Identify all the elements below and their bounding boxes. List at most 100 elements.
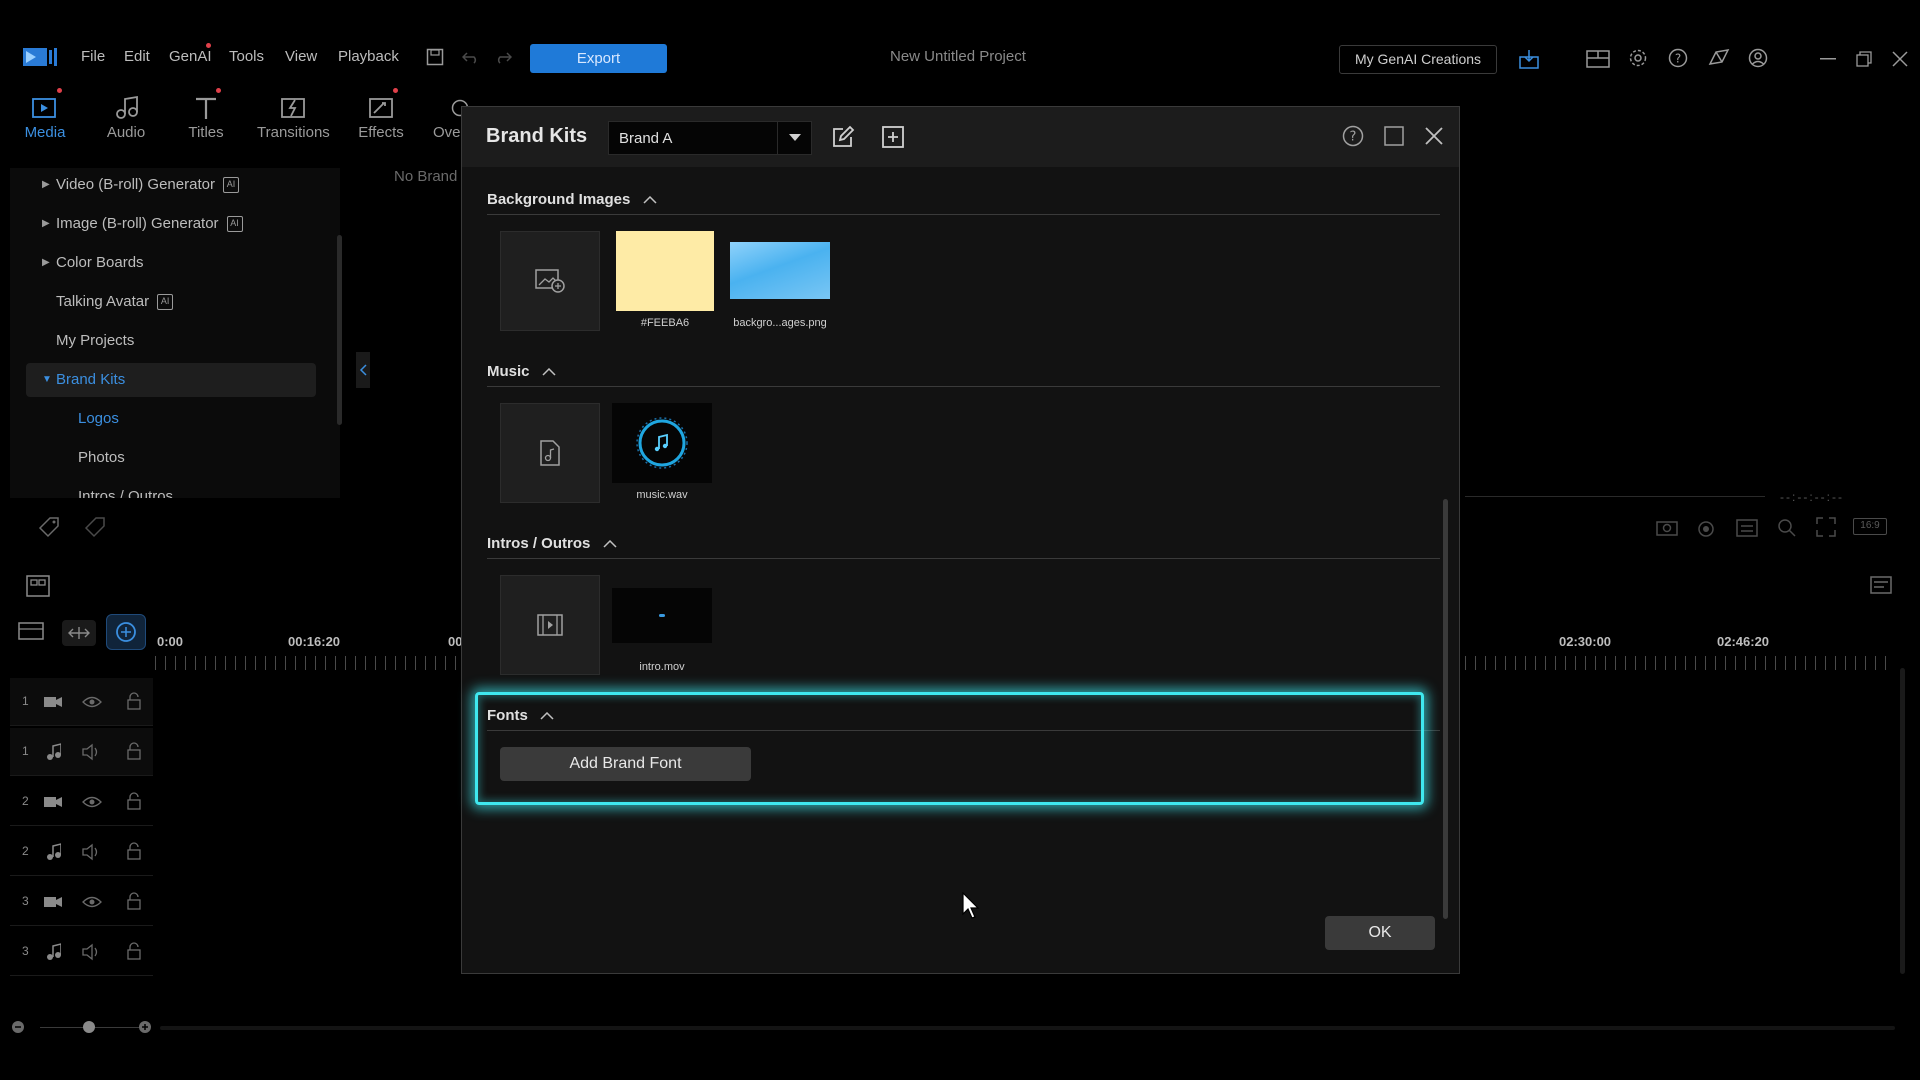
zoom-icon[interactable] xyxy=(1776,517,1798,537)
lock-icon xyxy=(127,842,141,860)
section-title: Background Images xyxy=(487,191,631,208)
menu-file[interactable]: File xyxy=(81,48,105,65)
add-intro-outro-button[interactable] xyxy=(500,575,600,675)
my-genai-creations-button[interactable]: My GenAI Creations xyxy=(1339,45,1497,74)
library-item-logos[interactable]: Logos xyxy=(10,402,315,436)
fullscreen-icon[interactable] xyxy=(1816,517,1836,537)
layout-icon[interactable] xyxy=(1586,50,1610,68)
section-divider xyxy=(487,214,1440,215)
track-header-audio-3[interactable]: 3 xyxy=(10,928,153,976)
zoom-out-icon[interactable] xyxy=(11,1020,25,1034)
help-icon[interactable]: ? xyxy=(1342,125,1364,147)
remove-tag-icon[interactable] xyxy=(84,516,110,538)
ruler-time-label: 02:30:00 xyxy=(1559,634,1612,649)
library-item-brand-kits[interactable]: ▼ Brand Kits xyxy=(26,363,316,397)
library-item-talking-avatar[interactable]: Talking Avatar AI xyxy=(10,285,315,319)
add-music-button[interactable] xyxy=(500,403,600,503)
dialog-scrollbar[interactable] xyxy=(1443,499,1448,919)
music-thumbnail[interactable] xyxy=(612,403,712,483)
menu-tools[interactable]: Tools xyxy=(229,48,264,65)
zoom-in-icon[interactable] xyxy=(138,1020,152,1034)
close-window-icon[interactable] xyxy=(1892,51,1908,67)
track-header-video-2[interactable]: 2 xyxy=(10,778,153,826)
audio-track-icon xyxy=(47,743,61,760)
music-note-icon xyxy=(91,92,161,124)
collapse-panel-button[interactable] xyxy=(356,352,370,388)
timeline-settings-icon[interactable] xyxy=(1870,576,1894,598)
background-color-swatch[interactable] xyxy=(616,231,714,311)
ok-button[interactable]: OK xyxy=(1325,916,1435,950)
section-music[interactable]: Music xyxy=(487,363,556,380)
track-header-video-1[interactable]: 1 xyxy=(10,678,153,726)
section-background-images[interactable]: Background Images xyxy=(487,191,657,208)
menu-genai[interactable]: GenAI xyxy=(169,48,212,65)
help-icon[interactable]: ? xyxy=(1668,48,1688,68)
timeline-vertical-scrollbar[interactable] xyxy=(1900,668,1905,974)
library-item-label: Photos xyxy=(78,449,125,466)
timeline-horizontal-scrollbar[interactable] xyxy=(160,1026,1895,1030)
track-number: 1 xyxy=(22,744,29,758)
minimize-icon[interactable] xyxy=(1820,58,1836,60)
library-item-video-generator[interactable]: ▶ Video (B-roll) Generator AI xyxy=(10,168,315,202)
menu-edit[interactable]: Edit xyxy=(124,48,150,65)
menu-view[interactable]: View xyxy=(285,48,317,65)
settings-gear-icon[interactable] xyxy=(1628,48,1648,68)
library-item-color-boards[interactable]: ▶ Color Boards xyxy=(10,246,315,280)
intro-video-thumbnail[interactable] xyxy=(612,588,712,643)
library-item-my-projects[interactable]: My Projects xyxy=(10,324,315,358)
download-icon[interactable] xyxy=(1518,48,1540,70)
library-item-image-generator[interactable]: ▶ Image (B-roll) Generator AI xyxy=(10,207,315,241)
aspect-ratio-badge[interactable]: 16:9 xyxy=(1853,518,1887,535)
export-button[interactable]: Export xyxy=(530,44,667,73)
background-image-thumbnail[interactable] xyxy=(730,242,830,299)
add-background-image-button[interactable] xyxy=(500,231,600,331)
undo-icon[interactable] xyxy=(462,50,480,64)
subtitle-icon[interactable] xyxy=(1736,519,1758,537)
maximize-icon[interactable] xyxy=(1384,126,1404,146)
save-icon[interactable] xyxy=(426,48,444,66)
video-track-icon xyxy=(44,897,62,907)
library-item-label: Color Boards xyxy=(56,254,144,271)
tab-effects-label: Effects xyxy=(358,124,404,141)
titles-notification-dot xyxy=(216,88,221,93)
add-tag-icon[interactable] xyxy=(38,516,64,538)
zoom-slider-handle[interactable] xyxy=(83,1021,95,1033)
media-icon xyxy=(10,92,80,124)
ripple-edit-icon[interactable] xyxy=(62,620,96,646)
redo-icon[interactable] xyxy=(494,50,512,64)
track-header-video-3[interactable]: 3 xyxy=(10,878,153,926)
transitions-icon xyxy=(257,92,329,124)
track-header-audio-1[interactable]: 1 xyxy=(10,728,153,776)
library-scrollbar[interactable] xyxy=(337,235,342,425)
preview-progress-line xyxy=(1465,496,1765,497)
library-item-label: Brand Kits xyxy=(56,371,126,388)
track-header-audio-2[interactable]: 2 xyxy=(10,828,153,876)
tab-titles[interactable]: Titles xyxy=(171,92,241,141)
library-item-photos[interactable]: Photos xyxy=(10,441,315,475)
audio-track-icon xyxy=(47,843,61,860)
edit-brand-icon[interactable] xyxy=(831,125,855,149)
library-item-intros-outros[interactable]: Intros / Outros xyxy=(10,480,315,498)
lock-icon xyxy=(127,792,141,810)
storyboard-icon[interactable] xyxy=(26,575,50,597)
tab-transitions[interactable]: Transitions xyxy=(257,92,330,141)
brand-select-dropdown[interactable]: Brand A xyxy=(608,121,812,155)
section-intros-outros[interactable]: Intros / Outros xyxy=(487,535,617,552)
chevron-down-icon[interactable] xyxy=(777,122,811,154)
record-icon[interactable] xyxy=(1697,520,1717,538)
tab-audio[interactable]: Audio xyxy=(91,92,161,141)
restore-icon[interactable] xyxy=(1856,51,1872,67)
magnetic-link-icon[interactable] xyxy=(106,614,146,650)
volume-icon xyxy=(82,843,98,861)
feedback-icon[interactable] xyxy=(1708,48,1730,68)
snapshot-icon[interactable] xyxy=(1656,518,1678,536)
section-divider xyxy=(487,386,1440,387)
tab-media[interactable]: Media xyxy=(10,92,80,141)
menu-playback[interactable]: Playback xyxy=(338,48,399,65)
tab-effects[interactable]: Effects xyxy=(346,92,416,141)
close-icon[interactable] xyxy=(1424,126,1444,146)
track-manager-icon[interactable] xyxy=(18,620,44,642)
add-brand-icon[interactable] xyxy=(881,125,905,149)
effects-icon xyxy=(346,92,416,124)
account-icon[interactable] xyxy=(1748,48,1768,68)
